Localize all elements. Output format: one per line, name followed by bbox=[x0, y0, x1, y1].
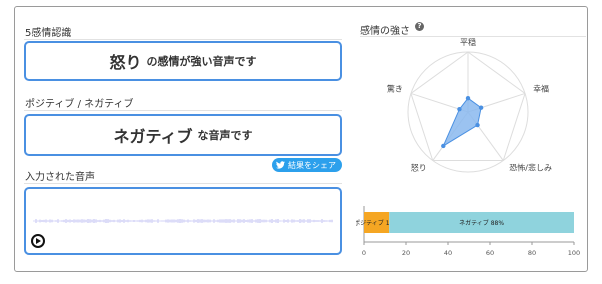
audio-waveform bbox=[33, 219, 333, 223]
x-tick-label: 80 bbox=[528, 249, 536, 257]
emotion-section-title: 5感情認識 bbox=[25, 28, 72, 39]
x-tick-label: 60 bbox=[486, 249, 494, 257]
polarity-result-main: ネガティブ bbox=[113, 127, 193, 146]
share-button[interactable]: 結果をシェア bbox=[272, 158, 342, 172]
radar-point bbox=[465, 96, 471, 101]
radar-point bbox=[478, 105, 484, 110]
radar-axis-label: 驚き bbox=[387, 83, 403, 93]
strength-section-title: 感情の強さ bbox=[360, 26, 410, 37]
polarity-section-title: ポジティブ / ネガティブ bbox=[25, 99, 134, 110]
radar-chart: 平穏幸福恐怖/悲しみ 怒り 驚き bbox=[387, 38, 552, 173]
radar-point bbox=[457, 107, 462, 112]
question-circle-icon[interactable]: ? bbox=[415, 22, 424, 31]
x-tick-label: 100 bbox=[568, 249, 580, 257]
play-icon bbox=[36, 238, 41, 244]
x-tick-label: 40 bbox=[444, 249, 452, 257]
share-button-label: 結果をシェア bbox=[288, 160, 336, 170]
audio-player bbox=[24, 187, 342, 255]
divider bbox=[24, 39, 342, 40]
radar-point bbox=[475, 122, 480, 128]
divider bbox=[24, 183, 342, 184]
polarity-result-suffix: な音声です bbox=[197, 129, 253, 142]
divider bbox=[24, 110, 342, 111]
play-button[interactable] bbox=[31, 234, 45, 248]
bar-segment-label: ネガティブ 88% bbox=[459, 219, 504, 227]
radar-axis-label: 恐怖/悲しみ bbox=[509, 163, 552, 173]
input-section-title: 入力された音声 bbox=[25, 172, 95, 183]
x-tick-label: 0 bbox=[362, 249, 366, 257]
divider bbox=[360, 36, 586, 37]
polarity-result-box: ネガティブ な音声です bbox=[24, 114, 342, 156]
radar-axis-label: 平穏 bbox=[460, 38, 476, 47]
radar-axis-label: 幸福 bbox=[533, 84, 549, 93]
emotion-result-box: 怒り の感情が強い音声です bbox=[24, 41, 342, 81]
radar-point bbox=[441, 143, 446, 149]
twitter-bird-icon bbox=[276, 161, 285, 169]
emotion-result-main: 怒り bbox=[109, 53, 142, 72]
polarity-bar-chart: ポジティブ 12% ネガティブ 88%0 20 40 60 80 100 bbox=[356, 206, 580, 257]
x-tick-label: 20 bbox=[402, 249, 410, 257]
radar-axis-label: 怒り bbox=[411, 163, 427, 173]
emotion-result-suffix: の感情が強い音声です bbox=[146, 55, 257, 68]
